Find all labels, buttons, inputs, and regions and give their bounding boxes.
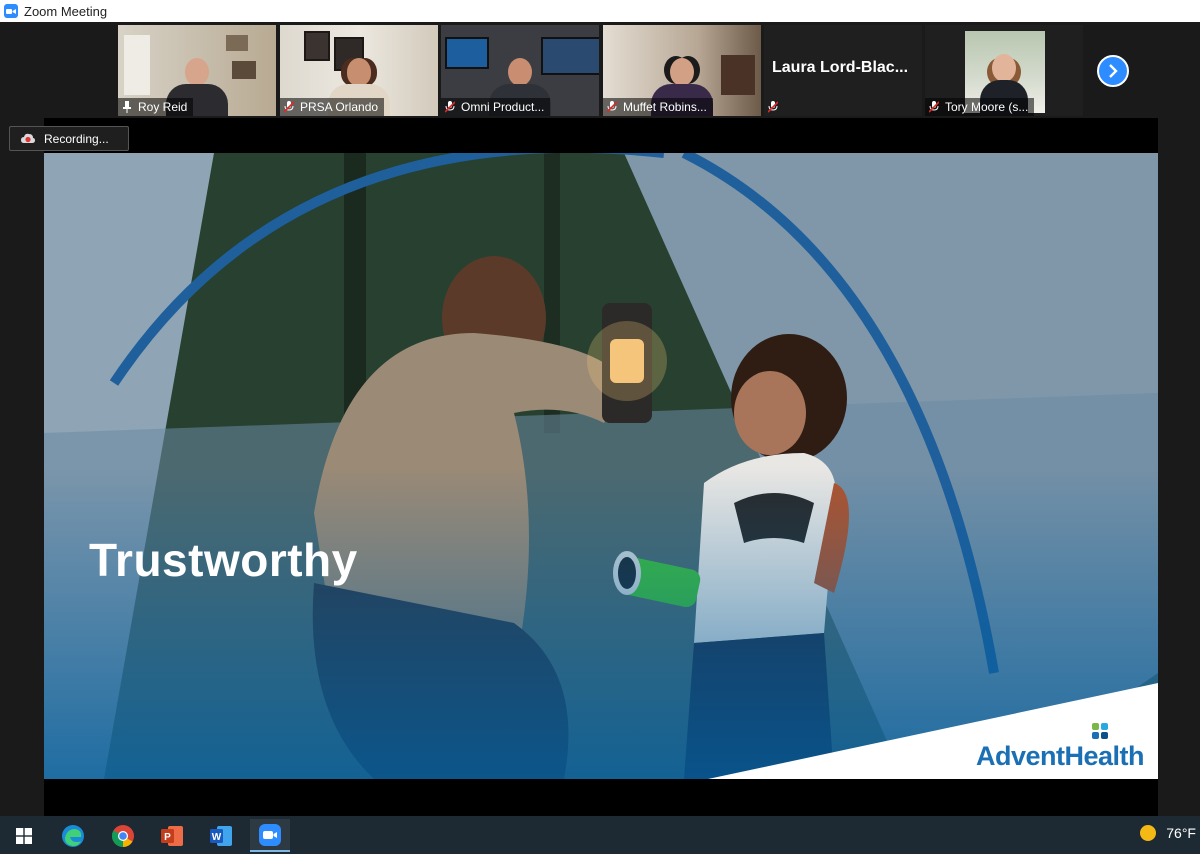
weather-widget[interactable]: 76°F — [1140, 825, 1196, 841]
mic-off-icon — [607, 101, 617, 113]
slide-heading: Trustworthy — [89, 534, 358, 586]
zoom-icon — [259, 823, 281, 846]
participant-name: Muffet Robins... — [623, 100, 707, 114]
participant-tile[interactable]: PRSA Orlando — [280, 25, 438, 116]
taskbar-zoom[interactable] — [250, 819, 290, 852]
mic-off-icon — [284, 101, 294, 113]
participant-name: Omni Product... — [461, 100, 545, 114]
sun-icon — [1140, 825, 1157, 841]
chrome-icon — [112, 824, 134, 847]
recording-indicator[interactable]: Recording... — [9, 126, 129, 151]
window-title: Zoom Meeting — [24, 3, 108, 19]
powerpoint-icon: P — [161, 825, 183, 846]
window-titlebar: Zoom Meeting — [0, 0, 1200, 22]
taskbar-edge[interactable] — [53, 819, 93, 852]
participant-tile[interactable]: Tory Moore (s... — [925, 25, 1083, 116]
participant-name: Laura Lord-Blac... — [772, 59, 909, 76]
chevron-right-icon — [1109, 64, 1118, 78]
participant-name: Tory Moore (s... — [945, 100, 1029, 114]
participant-name: Roy Reid — [138, 100, 188, 114]
taskbar-chrome[interactable] — [103, 819, 143, 852]
windows-start-button[interactable] — [4, 819, 44, 852]
next-page-button[interactable] — [1097, 55, 1129, 87]
brand-corner — [708, 683, 1158, 779]
zoom-logo-icon — [4, 4, 18, 18]
brand-logo-text: AdventHealth — [976, 741, 1145, 771]
word-icon: W — [210, 825, 232, 846]
mic-off-icon — [768, 101, 778, 113]
participant-tile[interactable]: Muffet Robins... — [603, 25, 761, 116]
mic-off-icon — [445, 101, 455, 113]
svg-text:P: P — [164, 832, 171, 843]
temperature-label: 76°F — [1166, 825, 1196, 841]
taskbar-word[interactable]: W — [201, 819, 241, 852]
recording-label: Recording... — [44, 131, 109, 146]
taskbar-powerpoint[interactable]: P — [152, 819, 192, 852]
pin-icon — [123, 101, 131, 113]
mic-off-icon — [929, 101, 939, 113]
participant-name: PRSA Orlando — [300, 100, 379, 114]
windows-taskbar: P W 76°F — [0, 816, 1200, 854]
participant-tile[interactable]: Omni Product... — [441, 25, 599, 116]
edge-icon — [62, 824, 84, 847]
cloud-record-icon — [21, 133, 35, 143]
participant-strip: Roy Reid PRSA Orlando Omni Product... Mu… — [0, 22, 1200, 118]
windows-logo-icon — [16, 827, 32, 844]
presentation-slide: Trustworthy AdventHealth — [44, 153, 1158, 779]
svg-text:W: W — [212, 832, 222, 843]
participant-tile[interactable]: Roy Reid — [118, 25, 276, 116]
participant-tile[interactable]: Laura Lord-Blac... — [764, 25, 922, 116]
